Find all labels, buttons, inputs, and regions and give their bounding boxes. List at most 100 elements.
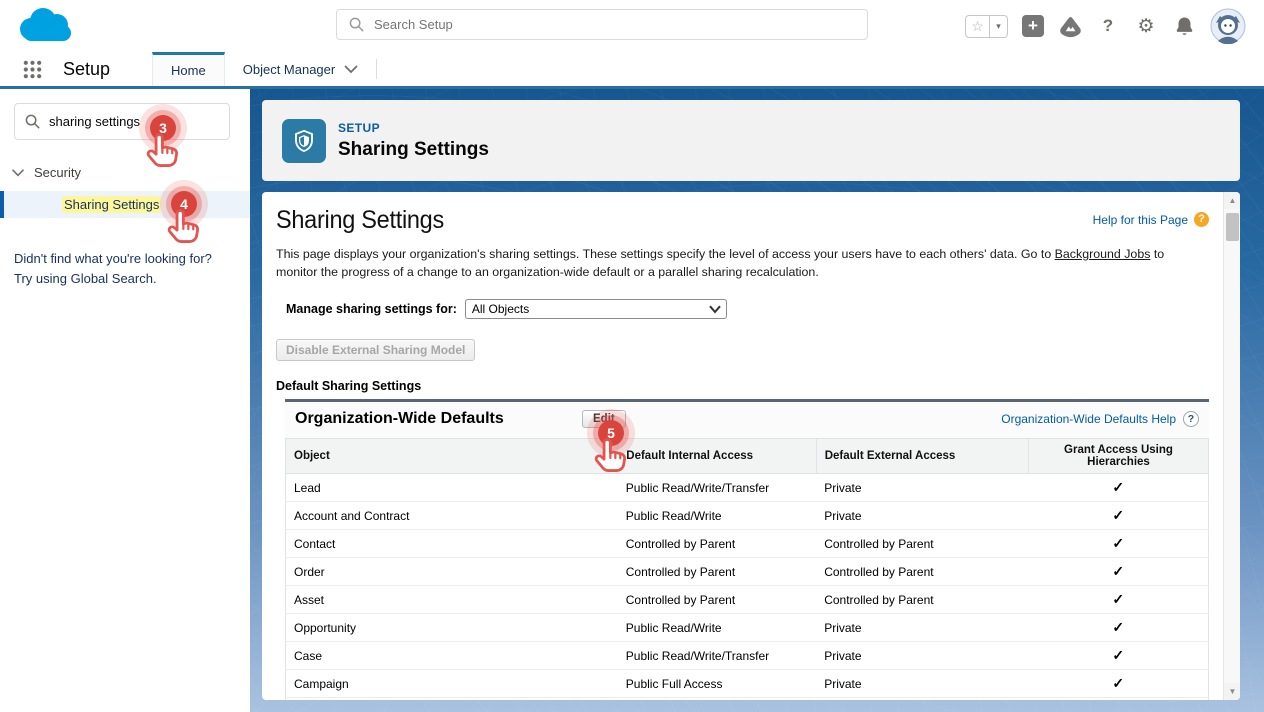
owd-cell-hierarchy-check: ✓ xyxy=(1028,698,1208,701)
app-launcher-icon[interactable] xyxy=(22,52,43,86)
owd-table-body: LeadPublic Read/Write/TransferPrivate✓Ac… xyxy=(286,474,1209,701)
owd-cell-internal-access: Public Read/Write/Transfer xyxy=(618,642,816,670)
table-row: AssetControlled by ParentControlled by P… xyxy=(286,586,1209,614)
manage-sharing-select[interactable]: All Objects xyxy=(465,299,727,319)
sharing-shield-icon xyxy=(282,119,326,163)
organization-wide-defaults-section: Organization-Wide Defaults Edit Organiza… xyxy=(285,399,1209,700)
owd-cell-external-access: Controlled by Campaign xyxy=(816,698,1028,701)
owd-cell-object: Opportunity xyxy=(286,614,618,642)
select-chevron-icon xyxy=(709,305,721,314)
setup-navbar: Setup Home Object Manager xyxy=(0,52,1264,89)
sidebar-section-security[interactable]: Security xyxy=(12,165,81,180)
owd-col-external: Default External Access xyxy=(816,439,1028,474)
owd-cell-hierarchy-check: ✓ xyxy=(1028,586,1208,614)
page-header-eyebrow: SETUP xyxy=(338,121,489,135)
sidebar-item-sharing-settings[interactable]: Sharing Settings xyxy=(0,191,250,218)
tab-home[interactable]: Home xyxy=(152,52,225,86)
favorites-star-icon[interactable]: ☆ xyxy=(965,15,990,38)
owd-cell-external-access: Private xyxy=(816,614,1028,642)
chevron-down-icon xyxy=(12,169,24,177)
help-for-this-page-link[interactable]: Help for this Page xyxy=(1093,213,1188,227)
global-header: ☆ ▾ + ? ⚙ xyxy=(0,0,1264,52)
owd-cell-object: Campaign xyxy=(286,670,618,698)
disable-external-sharing-button[interactable]: Disable External Sharing Model xyxy=(276,339,475,361)
search-highlight: Sharing Settings xyxy=(62,196,161,213)
salesforce-setup-screen: ☆ ▾ + ? ⚙ xyxy=(0,0,1264,712)
owd-cell-internal-access: Controlled by Campaign xyxy=(618,698,816,701)
owd-cell-hierarchy-check: ✓ xyxy=(1028,642,1208,670)
owd-cell-object: Account and Contract xyxy=(286,502,618,530)
page-title: Sharing Settings xyxy=(276,206,444,235)
owd-cell-hierarchy-check: ✓ xyxy=(1028,558,1208,586)
help-icon[interactable]: ? xyxy=(1096,14,1120,38)
owd-help-icon[interactable]: ? xyxy=(1183,411,1199,427)
owd-cell-object: Lead xyxy=(286,474,618,502)
tab-object-manager[interactable]: Object Manager xyxy=(225,52,377,86)
owd-col-hierarchies: Grant Access Using Hierarchies xyxy=(1028,439,1208,474)
owd-cell-external-access: Private xyxy=(816,670,1028,698)
owd-title: Organization-Wide Defaults xyxy=(295,410,582,428)
global-search-input[interactable] xyxy=(374,17,814,32)
scrollbar-up-icon[interactable]: ▲ xyxy=(1224,192,1240,209)
sidebar-not-found-text: Didn't find what you're looking for? Try… xyxy=(14,249,212,289)
page-header-title: Sharing Settings xyxy=(338,139,489,161)
background-jobs-link[interactable]: Background Jobs xyxy=(1055,247,1151,261)
tab-divider xyxy=(376,59,377,79)
owd-cell-external-access: Controlled by Parent xyxy=(816,586,1028,614)
global-actions-icon[interactable]: + xyxy=(1022,15,1044,37)
page-header-card: SETUP Sharing Settings xyxy=(262,100,1240,181)
owd-table: Object Default Internal Access Default E… xyxy=(285,438,1209,700)
table-row: OrderControlled by ParentControlled by P… xyxy=(286,558,1209,586)
owd-cell-internal-access: Public Read/Write/Transfer xyxy=(618,474,816,502)
owd-cell-hierarchy-check: ✓ xyxy=(1028,670,1208,698)
owd-cell-object: Campaign Member xyxy=(286,698,618,701)
owd-col-internal: Default Internal Access xyxy=(618,439,816,474)
hand-cursor-icon xyxy=(165,206,203,248)
owd-cell-external-access: Controlled by Parent xyxy=(816,558,1028,586)
scrollbar[interactable]: ▲ ▼ xyxy=(1223,192,1240,700)
page-description: This page displays your organization's s… xyxy=(276,245,1209,281)
owd-cell-object: Contact xyxy=(286,530,618,558)
table-row: LeadPublic Read/Write/TransferPrivate✓ xyxy=(286,474,1209,502)
owd-cell-hierarchy-check: ✓ xyxy=(1028,502,1208,530)
main-content-card: Sharing Settings Help for this Page ? Th… xyxy=(262,192,1240,700)
owd-cell-object: Case xyxy=(286,642,618,670)
owd-cell-external-access: Private xyxy=(816,474,1028,502)
owd-cell-external-access: Private xyxy=(816,642,1028,670)
owd-cell-internal-access: Controlled by Parent xyxy=(618,558,816,586)
global-search[interactable] xyxy=(336,9,868,40)
owd-cell-hierarchy-check: ✓ xyxy=(1028,474,1208,502)
owd-cell-object: Asset xyxy=(286,586,618,614)
table-row: CasePublic Read/Write/TransferPrivate✓ xyxy=(286,642,1209,670)
notifications-bell-icon[interactable] xyxy=(1172,14,1196,38)
hand-cursor-icon xyxy=(592,435,630,477)
default-sharing-settings-heading: Default Sharing Settings xyxy=(276,379,1209,393)
table-row: ContactControlled by ParentControlled by… xyxy=(286,530,1209,558)
scrollbar-down-icon[interactable]: ▼ xyxy=(1224,683,1240,700)
owd-cell-internal-access: Public Read/Write xyxy=(618,502,816,530)
user-avatar[interactable] xyxy=(1210,8,1246,44)
help-badge-icon[interactable]: ? xyxy=(1194,212,1209,227)
owd-cell-internal-access: Controlled by Parent xyxy=(618,530,816,558)
owd-cell-internal-access: Public Read/Write xyxy=(618,614,816,642)
setup-gear-icon[interactable]: ⚙ xyxy=(1134,14,1158,38)
table-row: Account and ContractPublic Read/WritePri… xyxy=(286,502,1209,530)
guidance-center-icon[interactable] xyxy=(1058,14,1082,38)
owd-cell-hierarchy-check: ✓ xyxy=(1028,614,1208,642)
quick-find-box[interactable] xyxy=(14,103,230,140)
owd-col-object: Object xyxy=(286,439,618,474)
app-name: Setup xyxy=(63,52,110,86)
owd-help-link[interactable]: Organization-Wide Defaults Help xyxy=(1001,412,1176,426)
annotation-marker-3: 3 xyxy=(140,105,186,151)
owd-cell-hierarchy-check: ✓ xyxy=(1028,530,1208,558)
table-row: Campaign MemberControlled by CampaignCon… xyxy=(286,698,1209,701)
owd-cell-internal-access: Controlled by Parent xyxy=(618,586,816,614)
scrollbar-thumb[interactable] xyxy=(1226,213,1239,241)
chevron-down-icon xyxy=(344,65,358,74)
salesforce-logo xyxy=(14,4,76,53)
search-icon xyxy=(25,114,40,129)
owd-cell-internal-access: Public Full Access xyxy=(618,670,816,698)
table-row: OpportunityPublic Read/WritePrivate✓ xyxy=(286,614,1209,642)
favorites-dropdown-icon[interactable]: ▾ xyxy=(990,15,1008,38)
owd-cell-object: Order xyxy=(286,558,618,586)
